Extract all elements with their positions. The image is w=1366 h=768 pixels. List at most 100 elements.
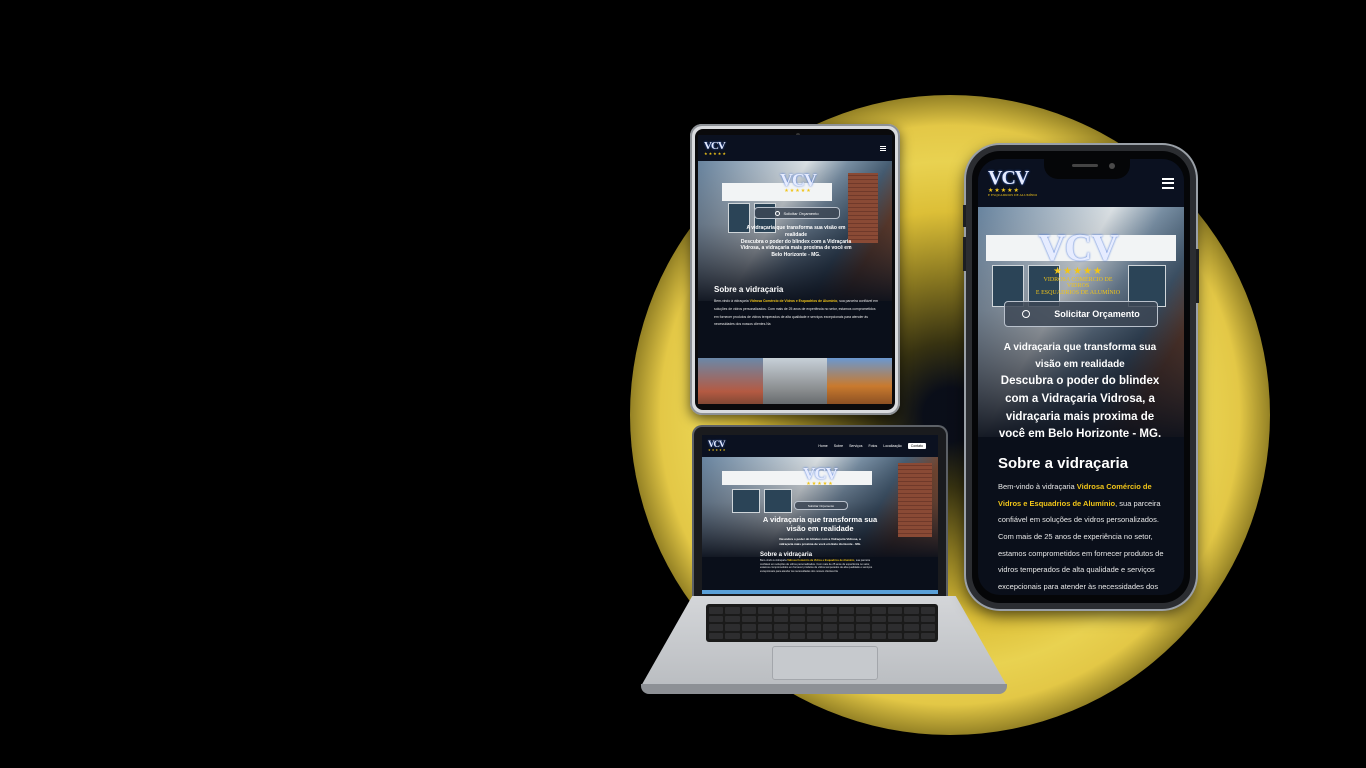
keyboard-key	[920, 624, 935, 631]
nav-contato-button[interactable]: Contato	[907, 443, 926, 449]
keyboard-key	[904, 624, 919, 631]
keyboard-key	[904, 632, 919, 639]
hamburger-menu-icon[interactable]	[880, 145, 886, 151]
keyboard-key	[871, 615, 887, 622]
keyboard-key	[757, 624, 773, 631]
keyboard-key	[839, 615, 854, 622]
phone-camera	[1109, 163, 1115, 169]
tablet-hero: VCV ★★★★★ Solicitar Orçamento A vidraçar…	[698, 161, 892, 301]
keyboard-key	[806, 632, 821, 639]
about-text: Bem-vindo à vidraçaria Vidrosa Comércio …	[998, 482, 1164, 591]
laptop-touchpad	[772, 646, 878, 680]
keyboard-key	[888, 615, 903, 622]
laptop-nav-menu: Home Sobre Serviços Fotos Localização Co…	[818, 443, 926, 449]
keyboard-key	[855, 624, 870, 631]
whatsapp-icon	[1022, 310, 1031, 318]
keyboard-key	[709, 615, 724, 622]
laptop-base-edge	[641, 684, 1007, 694]
tablet-device: VCV ★★★★★ VCV ★★★★★ Solicitar Orçamento …	[690, 124, 900, 415]
keyboard-key	[871, 632, 887, 639]
phone-volume-button	[963, 237, 966, 271]
keyboard-key	[790, 615, 805, 622]
laptop-hero: VCV ★★★★★ Solicitar Orçamento A vidraçar…	[702, 457, 938, 557]
keyboard-key	[774, 624, 789, 631]
phone-power-button	[1196, 249, 1199, 303]
keyboard-key	[741, 607, 756, 614]
keyboard-key	[709, 607, 724, 614]
keyboard-key	[757, 615, 773, 622]
nav-fotos[interactable]: Fotos	[868, 444, 877, 448]
nav-home[interactable]: Home	[818, 444, 827, 448]
tablet-logo[interactable]: VCV ★★★★★	[704, 139, 727, 156]
keyboard-key	[904, 615, 919, 622]
keyboard-key	[920, 607, 935, 614]
laptop-lid: VCV ★★★★★ Home Sobre Serviços Fotos Loca…	[694, 427, 946, 598]
keyboard-key	[855, 615, 870, 622]
keyboard-key	[725, 632, 740, 639]
keyboard-key	[806, 607, 821, 614]
logo-mark: VCV	[704, 139, 726, 152]
keyboard-key	[871, 624, 887, 631]
keyboard-key	[822, 632, 838, 639]
keyboard-key	[709, 632, 724, 639]
tablet-navbar: VCV ★★★★★	[698, 135, 892, 161]
laptop-navbar: VCV ★★★★★ Home Sobre Serviços Fotos Loca…	[702, 435, 938, 457]
keyboard-key	[839, 632, 854, 639]
keyboard-key	[855, 632, 870, 639]
laptop-headline: A vidraçaria que transforma sua visão em…	[762, 515, 878, 534]
keyboard-key	[790, 632, 805, 639]
phone-logo[interactable]: VCV ★★★★★ e Esquadrios de Alumínio	[988, 168, 1037, 198]
solicitar-orcamento-button[interactable]: Solicitar Orçamento	[1004, 301, 1158, 327]
phone-notch	[1044, 157, 1130, 179]
laptop-logo[interactable]: VCV ★★★★★	[708, 440, 726, 452]
nav-sobre[interactable]: Sobre	[834, 444, 843, 448]
keyboard-key	[741, 632, 756, 639]
keyboard-key	[806, 615, 821, 622]
about-text: Bem-vindo à vidraçaria Vidrosa Comércio …	[714, 299, 878, 327]
logo-stars: ★★★★★	[704, 150, 727, 156]
keyboard-key	[709, 624, 724, 631]
keyboard-key	[888, 632, 903, 639]
laptop-gallery-strip	[702, 590, 938, 594]
keyboard-key	[757, 607, 773, 614]
keyboard-key	[920, 632, 935, 639]
keyboard-key	[839, 607, 854, 614]
keyboard-key	[790, 624, 805, 631]
laptop-keyboard	[706, 604, 938, 642]
laptop-cta-button[interactable]: Solicitar Orçamento	[794, 501, 848, 510]
laptop-screen: VCV ★★★★★ Home Sobre Serviços Fotos Loca…	[702, 435, 938, 594]
keyboard-key	[904, 607, 919, 614]
about-title: Sobre a vidraçaria	[714, 285, 784, 294]
keyboard-key	[757, 632, 773, 639]
gallery-photo-3[interactable]	[827, 358, 892, 404]
keyboard-key	[725, 615, 740, 622]
hero-logo: VCV ★★★★★	[780, 170, 817, 194]
hero-headline: A vidraçaria que transforma sua visão em…	[740, 225, 852, 258]
gallery-photo-1[interactable]	[698, 358, 763, 404]
nav-servicos[interactable]: Serviços	[849, 444, 862, 448]
hero-logo: VCV ★★★★★ Vidrosa Comércio de Vidros e E…	[1035, 227, 1121, 296]
keyboard-key	[741, 615, 756, 622]
nav-localizacao[interactable]: Localização	[883, 444, 901, 448]
keyboard-key	[888, 624, 903, 631]
about-title: Sobre a vidraçaria	[998, 455, 1129, 472]
tablet-photo-gallery	[698, 358, 892, 404]
keyboard-key	[790, 607, 805, 614]
keyboard-key	[806, 624, 821, 631]
solicitar-orcamento-button[interactable]: Solicitar Orçamento	[754, 207, 840, 219]
keyboard-key	[855, 607, 870, 614]
keyboard-key	[920, 615, 935, 622]
gallery-photo-2[interactable]	[762, 358, 828, 404]
phone-screen: VCV ★★★★★ e Esquadrios de Alumínio VCV ★…	[978, 159, 1184, 595]
keyboard-key	[822, 607, 838, 614]
phone-side-button	[963, 205, 966, 227]
keyboard-key	[871, 607, 887, 614]
keyboard-key	[774, 607, 789, 614]
tablet-screen: VCV ★★★★★ VCV ★★★★★ Solicitar Orçamento …	[698, 135, 892, 404]
hamburger-menu-icon[interactable]	[1162, 177, 1174, 189]
keyboard-key	[774, 632, 789, 639]
laptop-subheadline: Descubra o poder do blindex com a Vidraç…	[779, 537, 861, 546]
phone-device: VCV ★★★★★ e Esquadrios de Alumínio VCV ★…	[963, 145, 1199, 609]
keyboard-key	[725, 624, 740, 631]
keyboard-key	[741, 624, 756, 631]
